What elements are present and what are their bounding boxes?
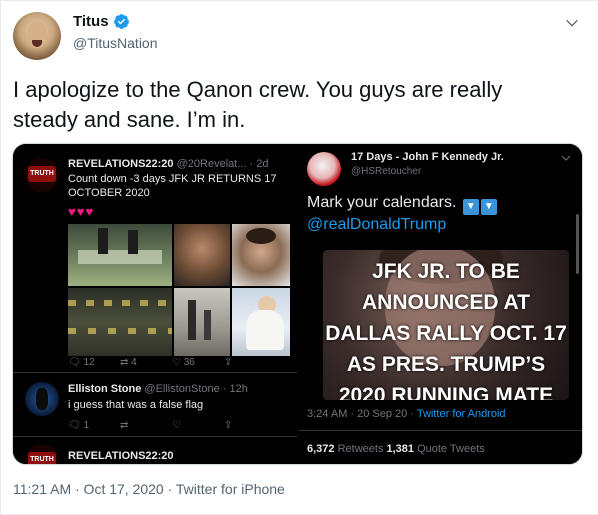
share-icon: ⇪ [224, 420, 233, 431]
author-avatar[interactable] [13, 12, 61, 60]
revelations-avatar: TRUTH [25, 158, 59, 192]
photo-man-portrait-2 [232, 224, 290, 286]
reply-tweet-header: Elliston Stone @EllistonStone · 12h [68, 383, 248, 395]
embedded-name: REVELATIONS22:20 [68, 158, 174, 170]
headline-text: JFK JR. TO BE ANNOUNCED AT DALLAS RALLY … [325, 260, 567, 400]
photo-soldiers-field [68, 224, 172, 286]
author-name[interactable]: Titus [73, 13, 109, 30]
share-icon: ⇪ [224, 357, 233, 368]
elliston-avatar [25, 382, 59, 416]
media-gallery[interactable]: TRUTH REVELATIONS22:20 @20Revelat... · 2… [12, 143, 583, 465]
media-image-left[interactable]: TRUTH REVELATIONS22:20 @20Revelat... · 2… [13, 144, 297, 464]
reply-tweet-text: i guess that was a false flag [68, 399, 204, 411]
revelations-avatar-2: TRUTH [25, 444, 59, 464]
embedded-handle: @HSRetoucher [351, 166, 422, 177]
scrollbar [576, 214, 579, 274]
photo-army-soldiers [68, 288, 172, 356]
retweet-icon: ⇄ 4 [120, 357, 137, 368]
jfk-account-avatar [307, 152, 341, 186]
reply-icon: 🗨︎ 12 [68, 357, 95, 368]
media-image-right[interactable]: 17 Days - John F Kennedy Jr. @HSRetouche… [299, 144, 582, 464]
embedded-tweet-actions: 🗨︎ 12 ⇄ 4 ♡ 36 ⇪ [68, 357, 232, 368]
reply-icon: 🗨︎ 1 [68, 420, 90, 431]
photo-man-portrait-1 [174, 224, 230, 286]
photo-angel-child [232, 288, 290, 356]
embedded-tweet-stats: 6,372 Retweets 1,381 Quote Tweets [307, 443, 485, 455]
embedded-tweet-header: REVELATIONS22:20 @20Revelat... · 2d [68, 158, 269, 170]
embedded-handle-time: @20Revelat... · 2d [176, 158, 269, 170]
chevron-down-icon[interactable] [564, 15, 580, 31]
down-arrow-emoji-icon: ▼ [480, 199, 497, 215]
tweet-timestamp[interactable]: 11:21 AM · Oct 17, 2020 · Twitter for iP… [13, 481, 285, 497]
verified-badge-icon [113, 14, 129, 29]
author-handle[interactable]: @TitusNation [73, 35, 158, 51]
embedded-name: 17 Days - John F Kennedy Jr. [351, 151, 504, 163]
tweet-text: I apologize to the Qanon crew. You guys … [13, 77, 503, 132]
reply-tweet-actions: 🗨︎ 1 ⇄ ♡ ⇪ [68, 420, 232, 431]
embedded-tweet-text: Count down -3 days JFK JR RETURNS 17 OCT… [68, 173, 277, 199]
tweet-card: Titus @TitusNation I apologize to the Qa… [0, 0, 598, 515]
embedded-tweet-meta: 3:24 AM · 20 Sep 20 · Twitter for Androi… [307, 408, 506, 420]
photo-child-salute [174, 288, 230, 356]
down-arrow-emoji-icon: ▼ [462, 199, 479, 215]
chevron-down-icon [561, 155, 571, 161]
like-icon: ♡ 36 [172, 357, 195, 368]
hearts-emoji: ♥♥♥ [68, 204, 95, 219]
third-tweet-header: REVELATIONS22:20 [68, 450, 174, 462]
retweet-icon: ⇄ [120, 420, 129, 431]
embedded-tweet-text: Mark your calendars. ▼ ▼ [307, 192, 497, 215]
like-icon: ♡ [172, 420, 181, 431]
author-name-row[interactable]: Titus [73, 13, 130, 30]
headline-image: JFK JR. TO BE ANNOUNCED AT DALLAS RALLY … [323, 250, 569, 400]
mention-link: @realDonaldTrump [307, 216, 447, 233]
